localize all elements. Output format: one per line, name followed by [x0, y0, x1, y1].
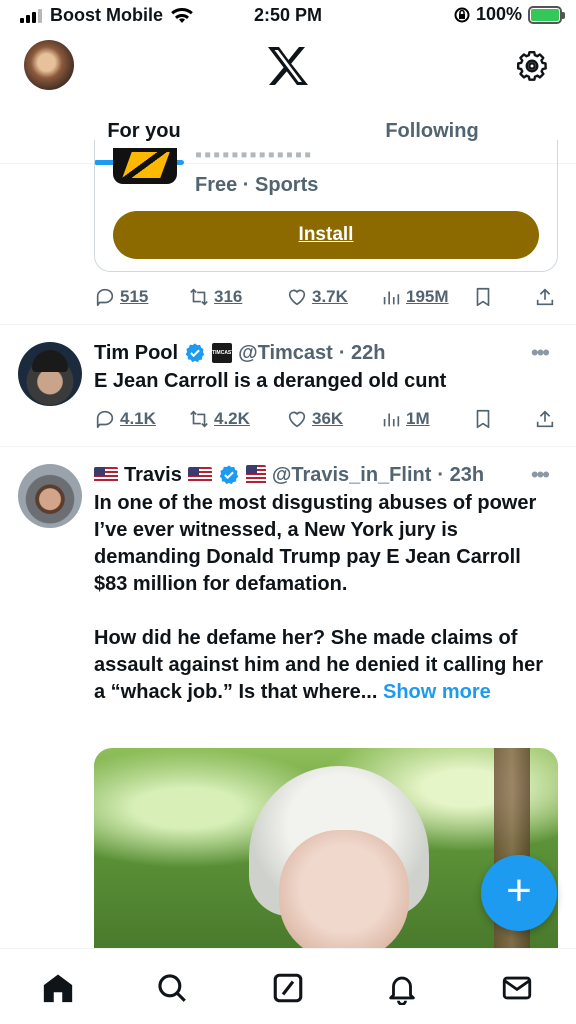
views-icon	[383, 291, 400, 305]
bookmark-button[interactable]	[472, 408, 494, 430]
more-options-icon[interactable]: •••	[531, 340, 550, 366]
compose-button[interactable]: +	[481, 855, 557, 931]
battery-group: 100%	[454, 4, 565, 25]
tweet-text[interactable]: E Jean Carroll is a deranged old cunt	[94, 368, 554, 395]
nav-messages[interactable]	[500, 971, 534, 1005]
gear-icon[interactable]	[514, 48, 550, 84]
reply-count: 4.1K	[120, 409, 156, 428]
battery-icon	[528, 5, 565, 24]
share-icon	[536, 410, 554, 428]
promoted-app-card[interactable]: ▪▪▪▪▪▪▪▪▪▪▪▪▪ Free · Sports Install	[94, 140, 558, 272]
affiliate-badge: TIMCAST	[212, 343, 234, 363]
repost-button[interactable]: 316	[188, 286, 242, 308]
reply-button[interactable]: 4.1K	[94, 408, 156, 430]
bookmark-icon	[476, 287, 490, 307]
grok-icon	[273, 973, 303, 1003]
ad-action-bar: 515 316 3.7K 195M	[94, 284, 564, 312]
view-count: 1M	[406, 409, 430, 428]
repost-button[interactable]: 4.2K	[188, 408, 250, 430]
share-button[interactable]	[534, 286, 556, 308]
author-handle[interactable]: @Travis_in_Flint	[272, 464, 432, 487]
reply-count: 515	[120, 287, 149, 306]
repost-icon	[190, 410, 208, 428]
views-icon	[383, 413, 400, 427]
divider	[0, 446, 576, 447]
profile-avatar[interactable]	[24, 40, 74, 90]
x-logo-icon	[268, 47, 308, 85]
like-button[interactable]: 3.7K	[286, 286, 348, 308]
like-count: 3.7K	[312, 287, 348, 306]
app-category: Free · Sports	[195, 174, 319, 196]
repost-count: 316	[214, 287, 243, 306]
tweet-paragraph-2: How did he defame her? She made claims o…	[94, 625, 554, 706]
repost-icon	[190, 288, 208, 306]
reply-icon	[96, 410, 114, 429]
bookmark-icon	[476, 409, 490, 429]
views-button[interactable]: 195M	[380, 286, 449, 308]
view-count: 195M	[406, 287, 449, 306]
nav-search[interactable]	[155, 971, 189, 1005]
tweet-media-image[interactable]	[94, 748, 558, 948]
views-button[interactable]: 1M	[380, 408, 430, 430]
like-icon	[288, 411, 306, 428]
us-flag-icon	[187, 467, 212, 483]
tweet-action-bar: 4.1K 4.2K 36K 1M	[94, 406, 564, 434]
nav-notifications[interactable]	[385, 971, 419, 1006]
affiliate-badge-icon	[245, 465, 266, 485]
nav-home[interactable]	[41, 971, 75, 1005]
app-title-partial: ▪▪▪▪▪▪▪▪▪▪▪▪▪	[195, 144, 314, 166]
bell-icon	[389, 976, 415, 1006]
author-handle[interactable]: @Timcast	[238, 342, 333, 365]
app-icon	[113, 148, 177, 184]
verified-icon	[219, 465, 239, 485]
more-options-icon[interactable]: •••	[531, 462, 550, 488]
like-count: 36K	[312, 409, 344, 428]
share-icon	[536, 288, 554, 306]
status-bar: Boost Mobile 2:50 PM 100%	[0, 0, 576, 34]
mail-icon	[502, 976, 532, 1000]
tweet-header: Travis @Travis_in_Flint · 23h	[94, 461, 484, 489]
repost-count: 4.2K	[214, 409, 250, 428]
avatar[interactable]	[18, 342, 82, 406]
author-name[interactable]: Travis	[124, 464, 182, 487]
us-flag-icon	[94, 467, 118, 483]
tweet-time[interactable]: · 22h	[339, 342, 386, 365]
tweet-paragraph: In one of the most disgusting abuses of …	[94, 492, 537, 595]
reply-icon	[96, 288, 114, 307]
bookmark-button[interactable]	[472, 286, 494, 308]
divider	[0, 324, 576, 325]
author-name[interactable]: Tim Pool	[94, 342, 178, 365]
like-button[interactable]: 36K	[286, 408, 343, 430]
like-icon	[288, 289, 306, 306]
tweet-text[interactable]: In one of the most disgusting abuses of …	[94, 490, 554, 706]
search-icon	[158, 974, 186, 1002]
show-more-link[interactable]: Show more	[383, 681, 491, 703]
avatar[interactable]	[18, 464, 82, 528]
orientation-lock-icon	[454, 7, 470, 22]
nav-grok[interactable]	[271, 971, 305, 1005]
home-icon	[43, 974, 73, 1003]
install-button[interactable]: Install	[113, 211, 539, 259]
bottom-navigation	[0, 948, 576, 1024]
share-button[interactable]	[534, 408, 556, 430]
verified-icon	[185, 343, 205, 363]
tweet-header: Tim Pool TIMCAST @Timcast · 22h	[94, 339, 386, 367]
reply-button[interactable]: 515	[94, 286, 148, 308]
tweet-time[interactable]: · 23h	[437, 464, 484, 487]
battery-percent: 100%	[475, 4, 522, 24]
